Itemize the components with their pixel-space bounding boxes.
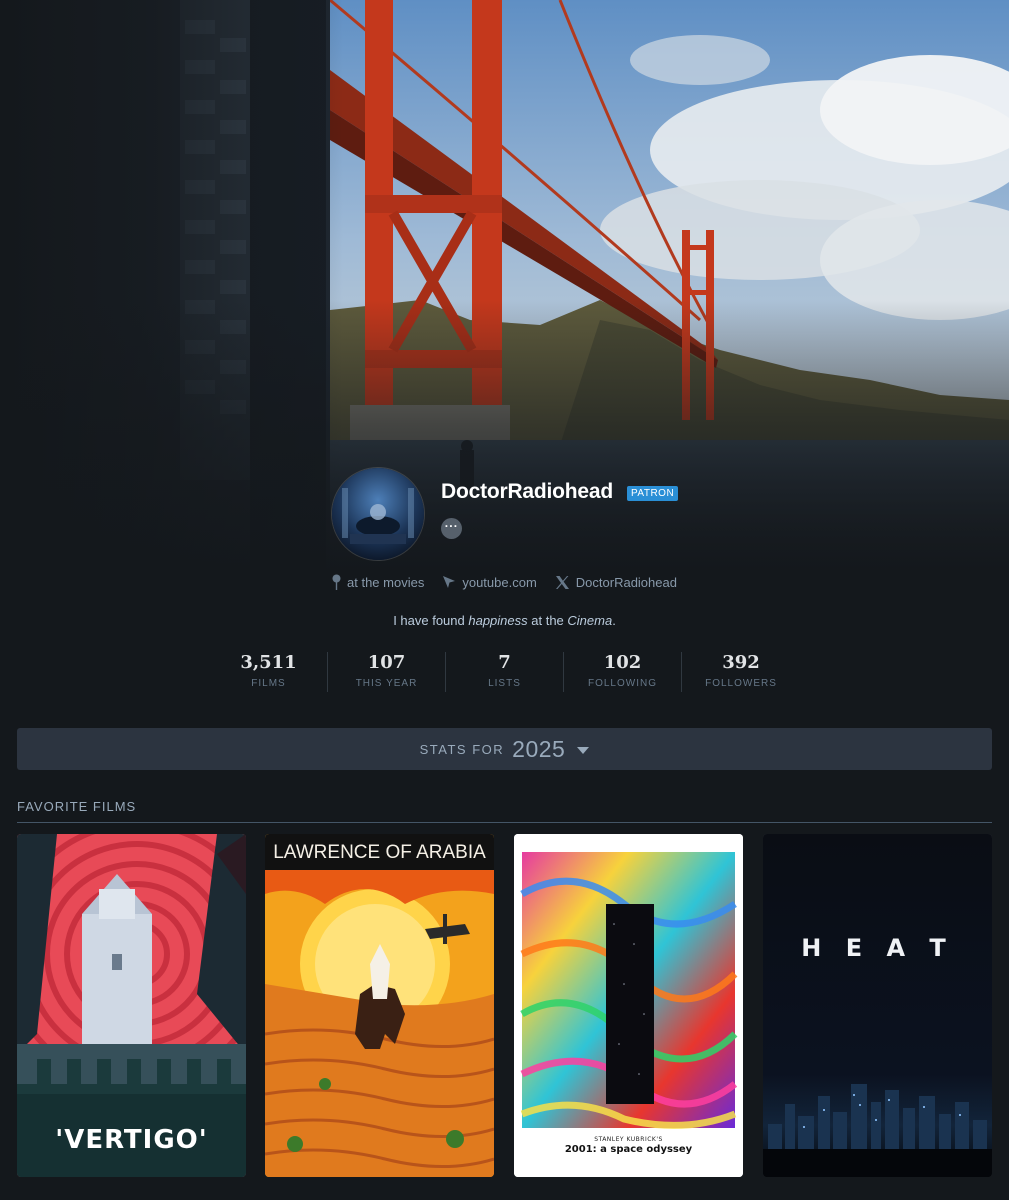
stat-value: 7	[498, 652, 511, 673]
stat-lists[interactable]: 7 LISTS	[446, 652, 564, 692]
stat-label: FOLLOWING	[587, 678, 657, 689]
favorite-film-poster-2001-a-space-odyssey[interactable]: STANLEY KUBRICK'S 2001: a space odyssey	[514, 834, 743, 1177]
stat-value: 107	[367, 652, 406, 673]
stat-films[interactable]: 3,511 FILMS	[210, 652, 328, 692]
favorite-film-poster-heat[interactable]: H E A T	[763, 834, 992, 1177]
poster-title: 'VERTIGO'	[55, 1125, 208, 1155]
stats-for-label: STATS FOR	[419, 741, 505, 757]
stat-value: 392	[722, 652, 760, 673]
poster-title: 2001: a space odyssey	[564, 1144, 693, 1155]
patron-badge[interactable]: PATRON	[627, 486, 679, 501]
stat-label: FOLLOWERS	[705, 678, 777, 689]
section-divider	[17, 822, 992, 823]
avatar[interactable]	[332, 468, 424, 560]
caret-down-icon	[577, 746, 590, 754]
twitter-handle: DoctorRadiohead	[575, 574, 677, 590]
profile-metadata: at the movies youtube.com DoctorRadiohea…	[0, 574, 1009, 590]
poster-art	[265, 834, 494, 1177]
bio-text: .	[612, 613, 616, 628]
profile-stats: 3,511 FILMS 107 THIS YEAR 7 LISTS 102 FO…	[210, 652, 800, 692]
display-name[interactable]: DoctorRadiohead	[441, 480, 613, 504]
favorite-films-heading[interactable]: FAVORITE FILMS	[17, 799, 136, 814]
favorite-film-poster-lawrence-of-arabia[interactable]: LAWRENCE OF ARABIA	[265, 834, 494, 1177]
bio-emphasis: happiness	[468, 613, 528, 628]
bio-emphasis: Cinema	[567, 613, 613, 628]
poster-art	[514, 834, 743, 1177]
poster-title: LAWRENCE OF ARABIA	[273, 842, 486, 863]
stats-year-button[interactable]: STATS FOR 2025	[17, 728, 992, 770]
stat-followers[interactable]: 392 FOLLOWERS	[682, 652, 800, 692]
stat-label: THIS YEAR	[355, 678, 418, 689]
bio: I have found happiness at the Cinema.	[0, 613, 1009, 628]
link-cursor-icon	[443, 576, 456, 588]
avatar-image	[332, 468, 424, 560]
bio-text: at the	[527, 613, 568, 628]
bio-text: I have found	[393, 613, 469, 628]
stat-value: 102	[603, 652, 642, 673]
poster-title: H E A T	[801, 934, 954, 962]
poster-art	[763, 834, 992, 1177]
poster-subtitle: STANLEY KUBRICK'S	[594, 1136, 663, 1143]
stats-year: 2025	[512, 735, 566, 762]
location-text: at the movies	[347, 574, 425, 590]
stat-this-year[interactable]: 107 THIS YEAR	[328, 652, 446, 692]
stat-label: LISTS	[488, 678, 521, 689]
website-link[interactable]: youtube.com	[442, 574, 537, 590]
website-text: youtube.com	[462, 574, 537, 590]
favorite-film-poster-vertigo[interactable]: 'VERTIGO'	[17, 834, 246, 1177]
x-logo-icon	[555, 575, 569, 589]
twitter-link[interactable]: DoctorRadiohead	[555, 574, 677, 590]
stat-label: FILMS	[251, 678, 286, 689]
backdrop-bottom-fade	[0, 300, 1009, 580]
more-options-button[interactable]: ···	[441, 518, 462, 539]
stat-following[interactable]: 102 FOLLOWING	[564, 652, 682, 692]
location: at the movies	[332, 574, 424, 590]
location-pin-icon	[332, 574, 341, 590]
stat-value: 3,511	[240, 652, 297, 673]
profile-page: DoctorRadiohead PATRON ··· at the movies…	[0, 0, 1009, 1200]
more-dots-icon: ···	[444, 519, 459, 533]
